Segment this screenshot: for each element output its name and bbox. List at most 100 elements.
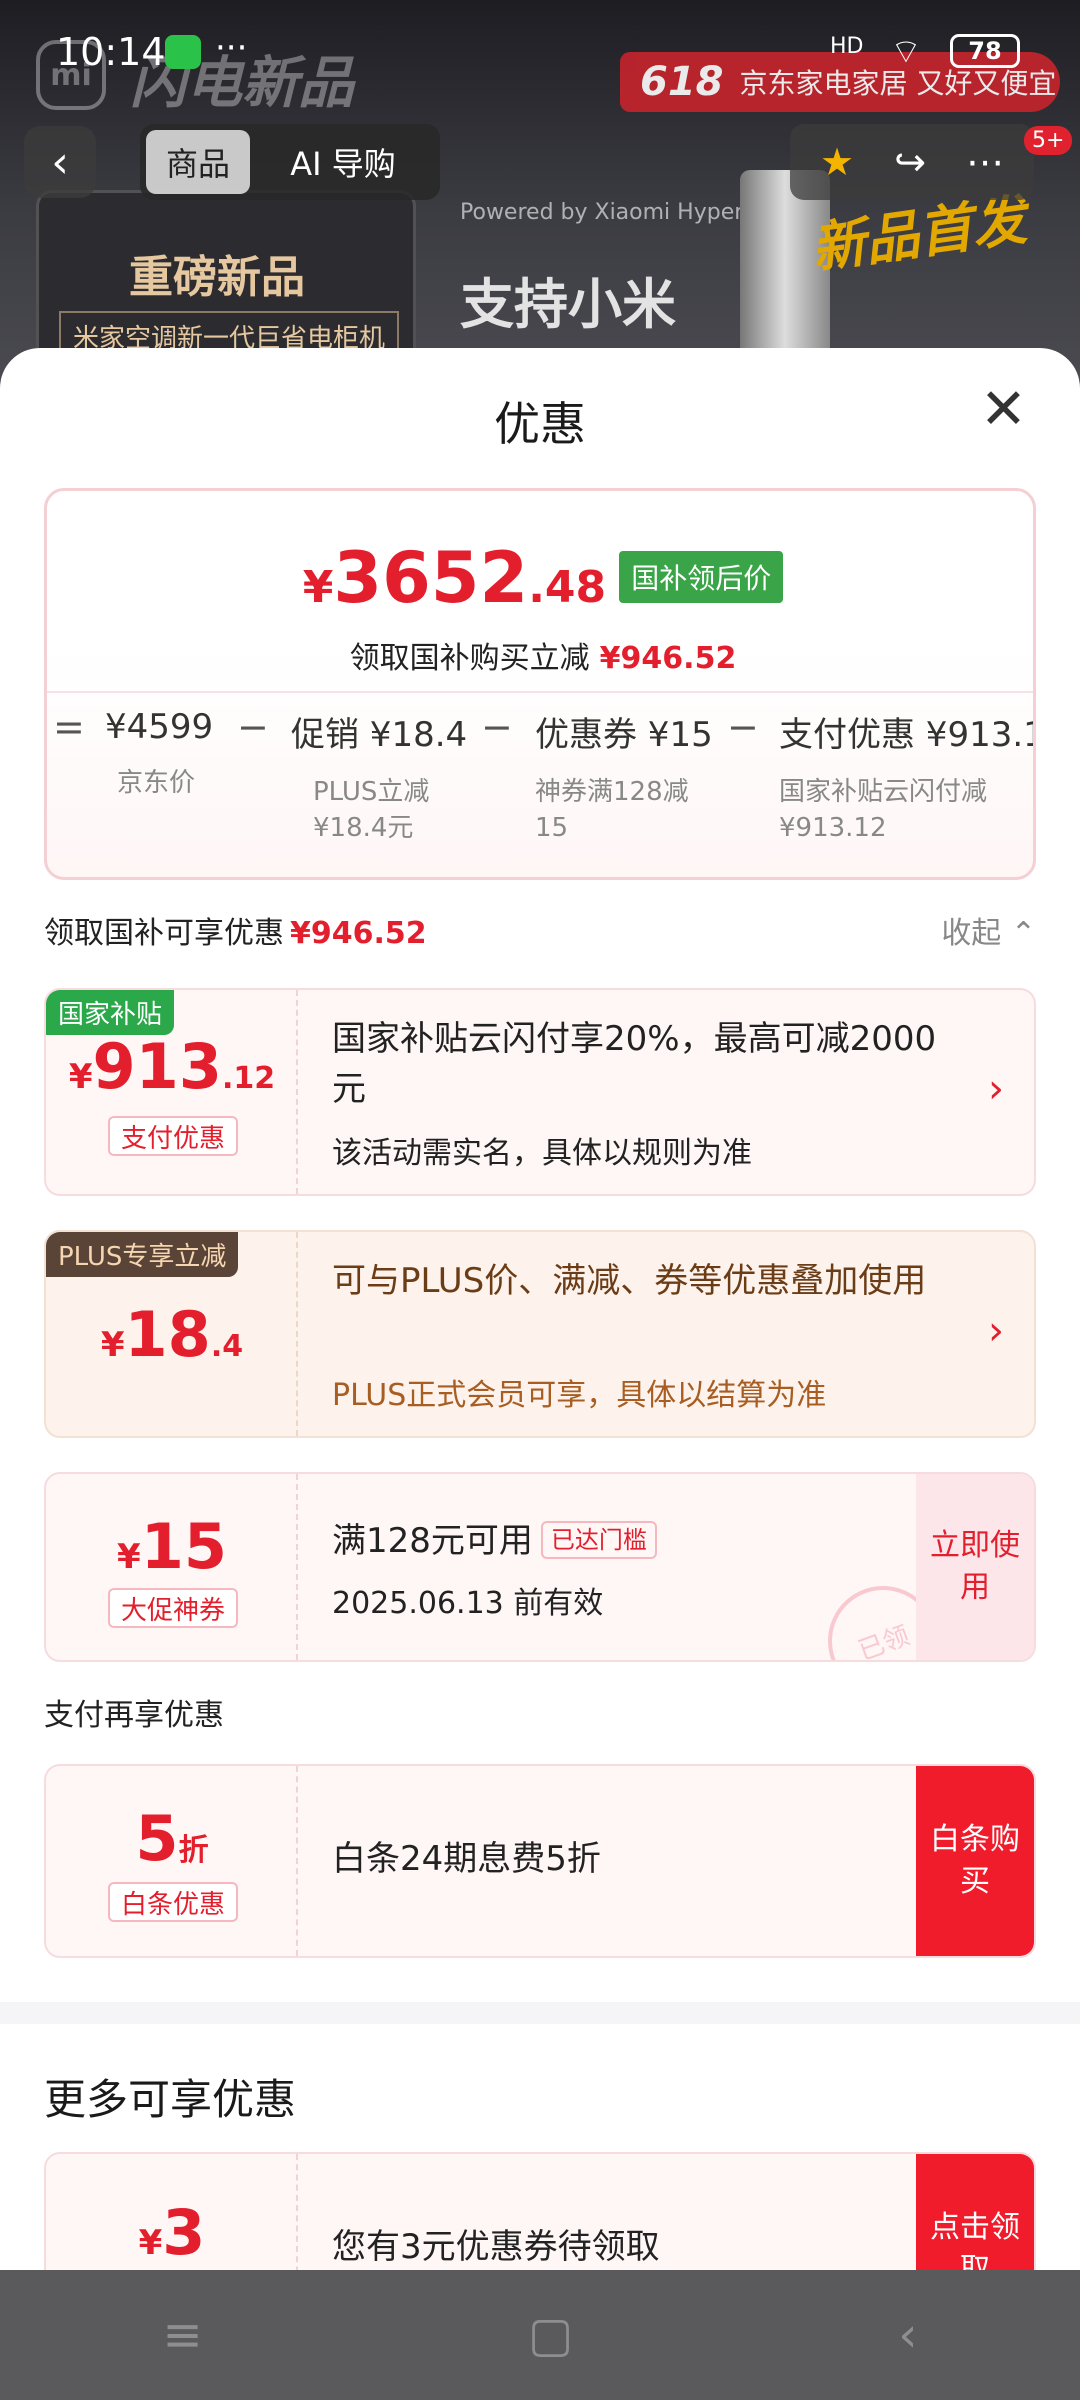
final-price: ¥3652.48 国补领后价 <box>47 537 1033 619</box>
favorite-star-icon[interactable]: ★ <box>820 140 854 184</box>
coupon-amount-integer: 15 <box>140 1510 227 1583</box>
coupon-corner-tag: PLUS专享立减 <box>46 1232 239 1277</box>
price-breakdown: = ¥4599 京东价 − 促销 ¥18.4 PLUS立减 ¥18.4元 − 优… <box>47 705 1033 877</box>
op-minus: − <box>237 705 269 749</box>
breakdown-item: 促销 ¥18.4 PLUS立减 ¥18.4元 <box>291 707 467 846</box>
coupon-amount-decimal: .12 <box>221 1061 276 1096</box>
coupon-card-plus[interactable]: PLUS专享立减 ¥18.4 可与PLUS价、满减、券等优惠叠加使用 PLUS正… <box>44 1230 1036 1438</box>
share-icon[interactable]: ↪ <box>894 140 926 184</box>
breakdown-label: 国家补贴云闪付减 ¥913.12 <box>779 774 1033 846</box>
coupon-card-more: ¥3 您有3元优惠券待领取 点击领取 <box>44 2152 1036 2270</box>
chevron-right-icon[interactable]: › <box>988 1066 1004 1112</box>
message-count-badge: 5+ <box>1024 126 1073 155</box>
coupon-expiry: 2025.06.13 前有效 <box>332 1586 604 1621</box>
op-minus: − <box>481 705 513 749</box>
home-icon[interactable]: ▢ <box>528 2307 573 2363</box>
coupon-condition: 满128元可用 <box>332 1521 533 1561</box>
more-offers-title: 更多可享优惠 <box>44 2075 297 2124</box>
coupon-card-baitiao: 5折 白条优惠 白条24期息费5折 白条购买 <box>44 1764 1036 1958</box>
final-price-integer: 3652 <box>333 537 529 619</box>
section-title: 领取国补可享优惠 <box>44 916 284 951</box>
discount-unit: 折 <box>178 1833 209 1868</box>
coupon-card-gov-subsidy[interactable]: 国家补贴 ¥913.12 支付优惠 国家补贴云闪付享20%，最高可减2000元 … <box>44 988 1036 1196</box>
breakdown-value: ¥4599 <box>105 707 214 747</box>
coupon-type-tag: 白条优惠 <box>108 1882 238 1922</box>
breakdown-label: 京东价 <box>117 768 196 798</box>
section-payment: 支付再享优惠 <box>44 1698 224 1733</box>
coupon-card-promo: ¥15 大促神券 满128元可用 已达门槛 2025.06.13 前有效 已领 立… <box>44 1472 1036 1662</box>
coupon-note: 该活动需实名，具体以规则为准 <box>332 1136 752 1171</box>
coupon-type-tag: 大促神券 <box>108 1588 238 1628</box>
threshold-reached-badge: 已达门槛 <box>540 1521 657 1559</box>
discount-value: 5 <box>135 1802 179 1875</box>
page-tabs: 商品 AI 导购 <box>140 124 440 200</box>
coupon-amount-integer: 18 <box>124 1298 211 1371</box>
breakdown-value: 促销 ¥18.4 <box>291 715 468 755</box>
op-minus: − <box>727 705 759 749</box>
coupon-amount-decimal: .4 <box>210 1329 244 1364</box>
breakdown-label-line1: 神券满128减 <box>535 777 689 807</box>
tab-product[interactable]: 商品 <box>146 130 250 194</box>
coupon-amount-symbol: ¥ <box>138 2223 163 2263</box>
hyperos-headline: 支持小米 <box>460 273 676 336</box>
product-card-title: 重磅新品 <box>129 252 305 303</box>
coupon-amount-symbol: ¥ <box>68 1057 93 1097</box>
op-equals: = <box>53 705 85 749</box>
use-now-button[interactable]: 立即使用 <box>916 1474 1034 1660</box>
price-summary: ¥3652.48 国补领后价 领取国补购买立减 ¥946.52 = ¥4599 京… <box>44 488 1036 880</box>
tab-ai-guide[interactable]: AI 导购 <box>258 130 428 194</box>
breakdown-label-line2: ¥18.4元 <box>313 813 414 843</box>
wechat-icon <box>165 35 201 69</box>
coupon-amount-symbol: ¥ <box>117 1537 141 1577</box>
coupon-description: 您有3元优惠券待领取 <box>332 2227 660 2267</box>
baitiao-buy-button[interactable]: 白条购买 <box>916 1766 1034 1956</box>
breakdown-value: 支付优惠 ¥913.12 <box>779 715 1033 755</box>
nav-actions: ★ ↪ ⋯ <box>790 124 1034 200</box>
coupon-amount-integer: 913 <box>92 1030 222 1103</box>
menu-icon[interactable]: ≡ <box>163 2307 203 2363</box>
coupon-note: PLUS正式会员可享，具体以结算为准 <box>332 1378 827 1413</box>
breakdown-label: 神券满128减 15 <box>535 774 713 846</box>
coupon-description: 国家补贴云闪付享20%，最高可减2000元 <box>332 1019 937 1109</box>
battery-icon: 78 <box>950 34 1020 68</box>
wifi-icon: ⌔ <box>890 32 922 72</box>
section-gov-subsidy: 领取国补可享优惠 ¥946.52 <box>44 908 427 952</box>
hyperos-caption: Powered by Xiaomi HyperOS <box>460 200 775 225</box>
coupon-type-tag: 支付优惠 <box>108 1116 238 1156</box>
signal-icon: HD <box>830 34 864 59</box>
close-icon[interactable]: ✕ <box>980 382 1027 438</box>
coupon-amount: ¥3 <box>46 2196 298 2269</box>
claim-button[interactable]: 点击领取 <box>916 2154 1034 2270</box>
coupon-description: 满128元可用 已达门槛 <box>332 1516 952 1566</box>
final-price-symbol: ¥ <box>302 562 334 613</box>
collapse-button[interactable]: 收起 ⌃ <box>941 908 1036 952</box>
savings-amount: ¥946.52 <box>599 641 737 676</box>
back-button[interactable]: ‹ <box>24 126 96 198</box>
coupon-corner-tag: 国家补贴 <box>46 990 175 1035</box>
breakdown-value: 优惠券 ¥15 <box>535 715 713 755</box>
section-separator <box>0 2002 1080 2024</box>
coupon-description: 白条24期息费5折 <box>332 1839 601 1879</box>
more-notifications-icon: ··· <box>215 28 248 68</box>
breakdown-label-line1: 国家补贴云闪付减 <box>779 777 988 807</box>
savings-text: 领取国补购买立减 <box>349 641 590 676</box>
coupon-amount: 5折 <box>46 1802 298 1875</box>
section-amount: ¥946.52 <box>290 916 427 951</box>
coupon-amount: ¥913.12 <box>46 1030 298 1103</box>
savings-line: 领取国补购买立减 ¥946.52 <box>47 633 1033 677</box>
system-navigation-bar: ≡ ▢ ‹ <box>0 2270 1080 2400</box>
coupon-amount-integer: 3 <box>162 2196 206 2269</box>
discount-sheet: 优惠 ✕ ¥3652.48 国补领后价 领取国补购买立减 ¥946.52 = ¥4… <box>0 348 1080 2270</box>
coupon-description: 可与PLUS价、满减、券等优惠叠加使用 <box>332 1261 927 1301</box>
more-icon[interactable]: ⋯ <box>966 140 1004 184</box>
status-time: 10:14 <box>56 30 166 74</box>
status-bar: 10:14 ··· HD ⌔ 78 <box>0 0 1080 110</box>
summary-divider <box>47 691 1033 693</box>
coupon-amount-symbol: ¥ <box>100 1325 125 1365</box>
final-price-decimal: .48 <box>528 562 607 613</box>
breakdown-label-line1: PLUS立减 <box>313 777 430 807</box>
final-price-tag: 国补领后价 <box>619 551 784 603</box>
chevron-right-icon[interactable]: › <box>988 1308 1004 1354</box>
coupon-amount: ¥15 <box>46 1510 298 1583</box>
back-icon[interactable]: ‹ <box>898 2307 917 2363</box>
